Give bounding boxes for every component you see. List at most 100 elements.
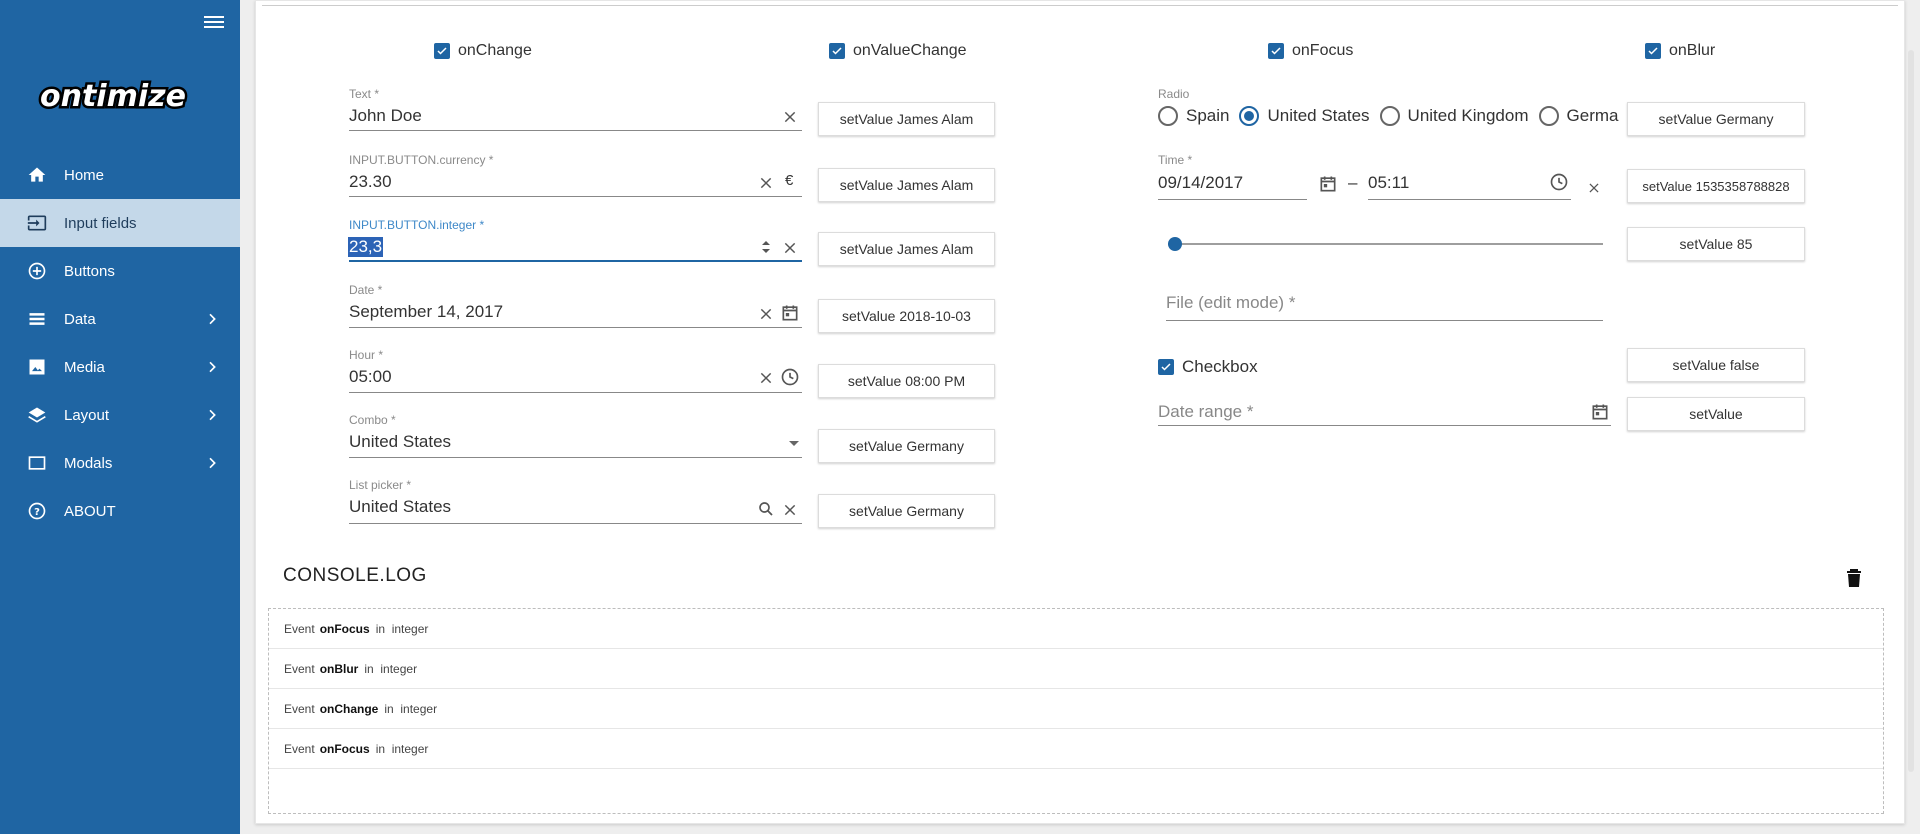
set-date-button[interactable]: setValue 2018-10-03: [818, 299, 995, 333]
set-hour-button[interactable]: setValue 08:00 PM: [818, 364, 995, 398]
clock-icon[interactable]: [1548, 171, 1570, 193]
menu-icon[interactable]: [204, 13, 224, 29]
log-prefix: Event: [284, 701, 315, 716]
chevron-right-icon: [209, 361, 216, 373]
field-underline: [349, 130, 802, 131]
checkbox-checked-icon: [829, 43, 845, 59]
event-onvaluechange-checkbox[interactable]: onValueChange: [829, 42, 967, 60]
set-time-button[interactable]: setValue 1535358788828: [1627, 169, 1805, 203]
event-label: onFocus: [1292, 42, 1354, 59]
clear-icon[interactable]: [755, 172, 777, 194]
calendar-icon[interactable]: [1317, 173, 1339, 195]
sidebar-item-media[interactable]: Media: [0, 343, 240, 391]
delete-icon[interactable]: [1842, 566, 1866, 590]
checkbox-field[interactable]: Checkbox: [1158, 357, 1258, 377]
log-mid: in: [375, 621, 386, 636]
sidebar-item-data[interactable]: Data: [0, 295, 240, 343]
list-icon: [26, 308, 48, 330]
sidebar-item-modals[interactable]: Modals: [0, 439, 240, 487]
sidebar-item-input-fields[interactable]: Input fields: [0, 199, 240, 247]
clear-icon[interactable]: [755, 303, 777, 325]
set-currency-button[interactable]: setValue James Alam: [818, 168, 995, 202]
sidebar-item-label: ABOUT: [64, 502, 116, 520]
event-onchange-checkbox[interactable]: onChange: [434, 42, 532, 60]
stepper-icon[interactable]: [759, 236, 773, 258]
log-prefix: Event: [284, 741, 315, 756]
time-separator: –: [1348, 173, 1358, 192]
clear-icon[interactable]: [1583, 177, 1605, 199]
radio-option-label: Germa: [1566, 106, 1619, 125]
field-underline-focused: [349, 260, 802, 262]
time-hour-value[interactable]: 05:11: [1368, 173, 1409, 193]
sidebar-item-label: Buttons: [64, 262, 115, 280]
radio-label: Radio: [1158, 87, 1190, 101]
field-label: Combo *: [349, 413, 396, 427]
slider-track[interactable]: [1168, 243, 1603, 245]
radio-option-germany[interactable]: Germa: [1538, 106, 1619, 126]
calendar-icon[interactable]: [779, 302, 801, 324]
date-range-placeholder[interactable]: Date range *: [1158, 402, 1253, 422]
clock-icon[interactable]: [779, 366, 801, 388]
field-value[interactable]: 05:00: [349, 367, 392, 387]
field-value[interactable]: John Doe: [349, 106, 422, 126]
file-underline: [1166, 320, 1603, 321]
log-prefix: Event: [284, 661, 315, 676]
set-text-button[interactable]: setValue James Alam: [818, 102, 995, 136]
clear-icon[interactable]: [779, 499, 801, 521]
event-label: onBlur: [1669, 42, 1716, 59]
file-placeholder[interactable]: File (edit mode) *: [1166, 293, 1295, 313]
set-slider-button[interactable]: setValue 85: [1627, 227, 1805, 261]
sidebar-item-label: Data: [64, 310, 96, 328]
scrollbar[interactable]: [1908, 50, 1914, 772]
set-date-range-button[interactable]: setValue: [1627, 397, 1805, 431]
card-top-divider: [262, 0, 1898, 6]
set-combo-button[interactable]: setValue Germany: [818, 429, 995, 463]
field-label: Hour *: [349, 348, 384, 362]
log-mid: in: [384, 701, 394, 716]
field-value[interactable]: September 14, 2017: [349, 302, 503, 322]
field-value[interactable]: 23.30: [349, 172, 392, 192]
radio-option-label: United Kingdom: [1407, 106, 1529, 125]
event-label: onChange: [458, 42, 532, 59]
time-date-value[interactable]: 09/14/2017: [1158, 173, 1243, 193]
clear-icon[interactable]: [755, 367, 777, 389]
slider-thumb[interactable]: [1168, 237, 1182, 251]
radio-option-label: United States: [1267, 106, 1370, 125]
time-date-underline: [1158, 199, 1307, 200]
sidebar-item-home[interactable]: Home: [0, 151, 240, 199]
calendar-icon[interactable]: [1589, 401, 1611, 423]
sidebar-item-about[interactable]: ? ABOUT: [0, 487, 240, 535]
sidebar-item-buttons[interactable]: Buttons: [0, 247, 240, 295]
radio-option-united-kingdom[interactable]: United Kingdom: [1379, 106, 1529, 126]
field-value[interactable]: United States: [349, 432, 451, 452]
input-icon: [26, 212, 48, 234]
field-value[interactable]: United States: [349, 497, 451, 517]
radio-option-united-states[interactable]: United States: [1239, 106, 1370, 126]
chevron-right-icon: [209, 409, 216, 421]
set-checkbox-button[interactable]: setValue false: [1627, 348, 1805, 382]
clear-icon[interactable]: [779, 237, 801, 259]
dropdown-arrow-icon[interactable]: [783, 432, 805, 454]
radio-option-label: Spain: [1186, 106, 1230, 125]
radio-option-spain[interactable]: Spain: [1158, 106, 1229, 126]
set-list-picker-button[interactable]: setValue Germany: [818, 494, 995, 528]
sidebar-item-label: Home: [64, 166, 105, 184]
home-icon: [26, 164, 48, 186]
log-field: integer: [391, 741, 429, 756]
clear-icon[interactable]: [779, 106, 801, 128]
field-value-selected[interactable]: 23,3: [348, 237, 384, 257]
sidebar-item-layout[interactable]: Layout: [0, 391, 240, 439]
radio-unchecked-icon: [1379, 106, 1400, 126]
field-label: Date *: [349, 283, 383, 297]
set-radio-button[interactable]: setValue Germany: [1627, 102, 1805, 136]
window-icon: [26, 452, 48, 474]
sidebar-item-label: Layout: [64, 406, 110, 424]
set-integer-button[interactable]: setValue James Alam: [818, 232, 995, 266]
event-onblur-checkbox[interactable]: onBlur: [1645, 42, 1715, 60]
sidebar-item-label: Modals: [64, 454, 113, 472]
time-label: Time *: [1158, 153, 1193, 167]
event-onfocus-checkbox[interactable]: onFocus: [1268, 42, 1353, 60]
ontimize-logo: ontimize: [38, 77, 188, 117]
search-icon[interactable]: [755, 498, 777, 520]
svg-text:ontimize: ontimize: [40, 79, 186, 114]
